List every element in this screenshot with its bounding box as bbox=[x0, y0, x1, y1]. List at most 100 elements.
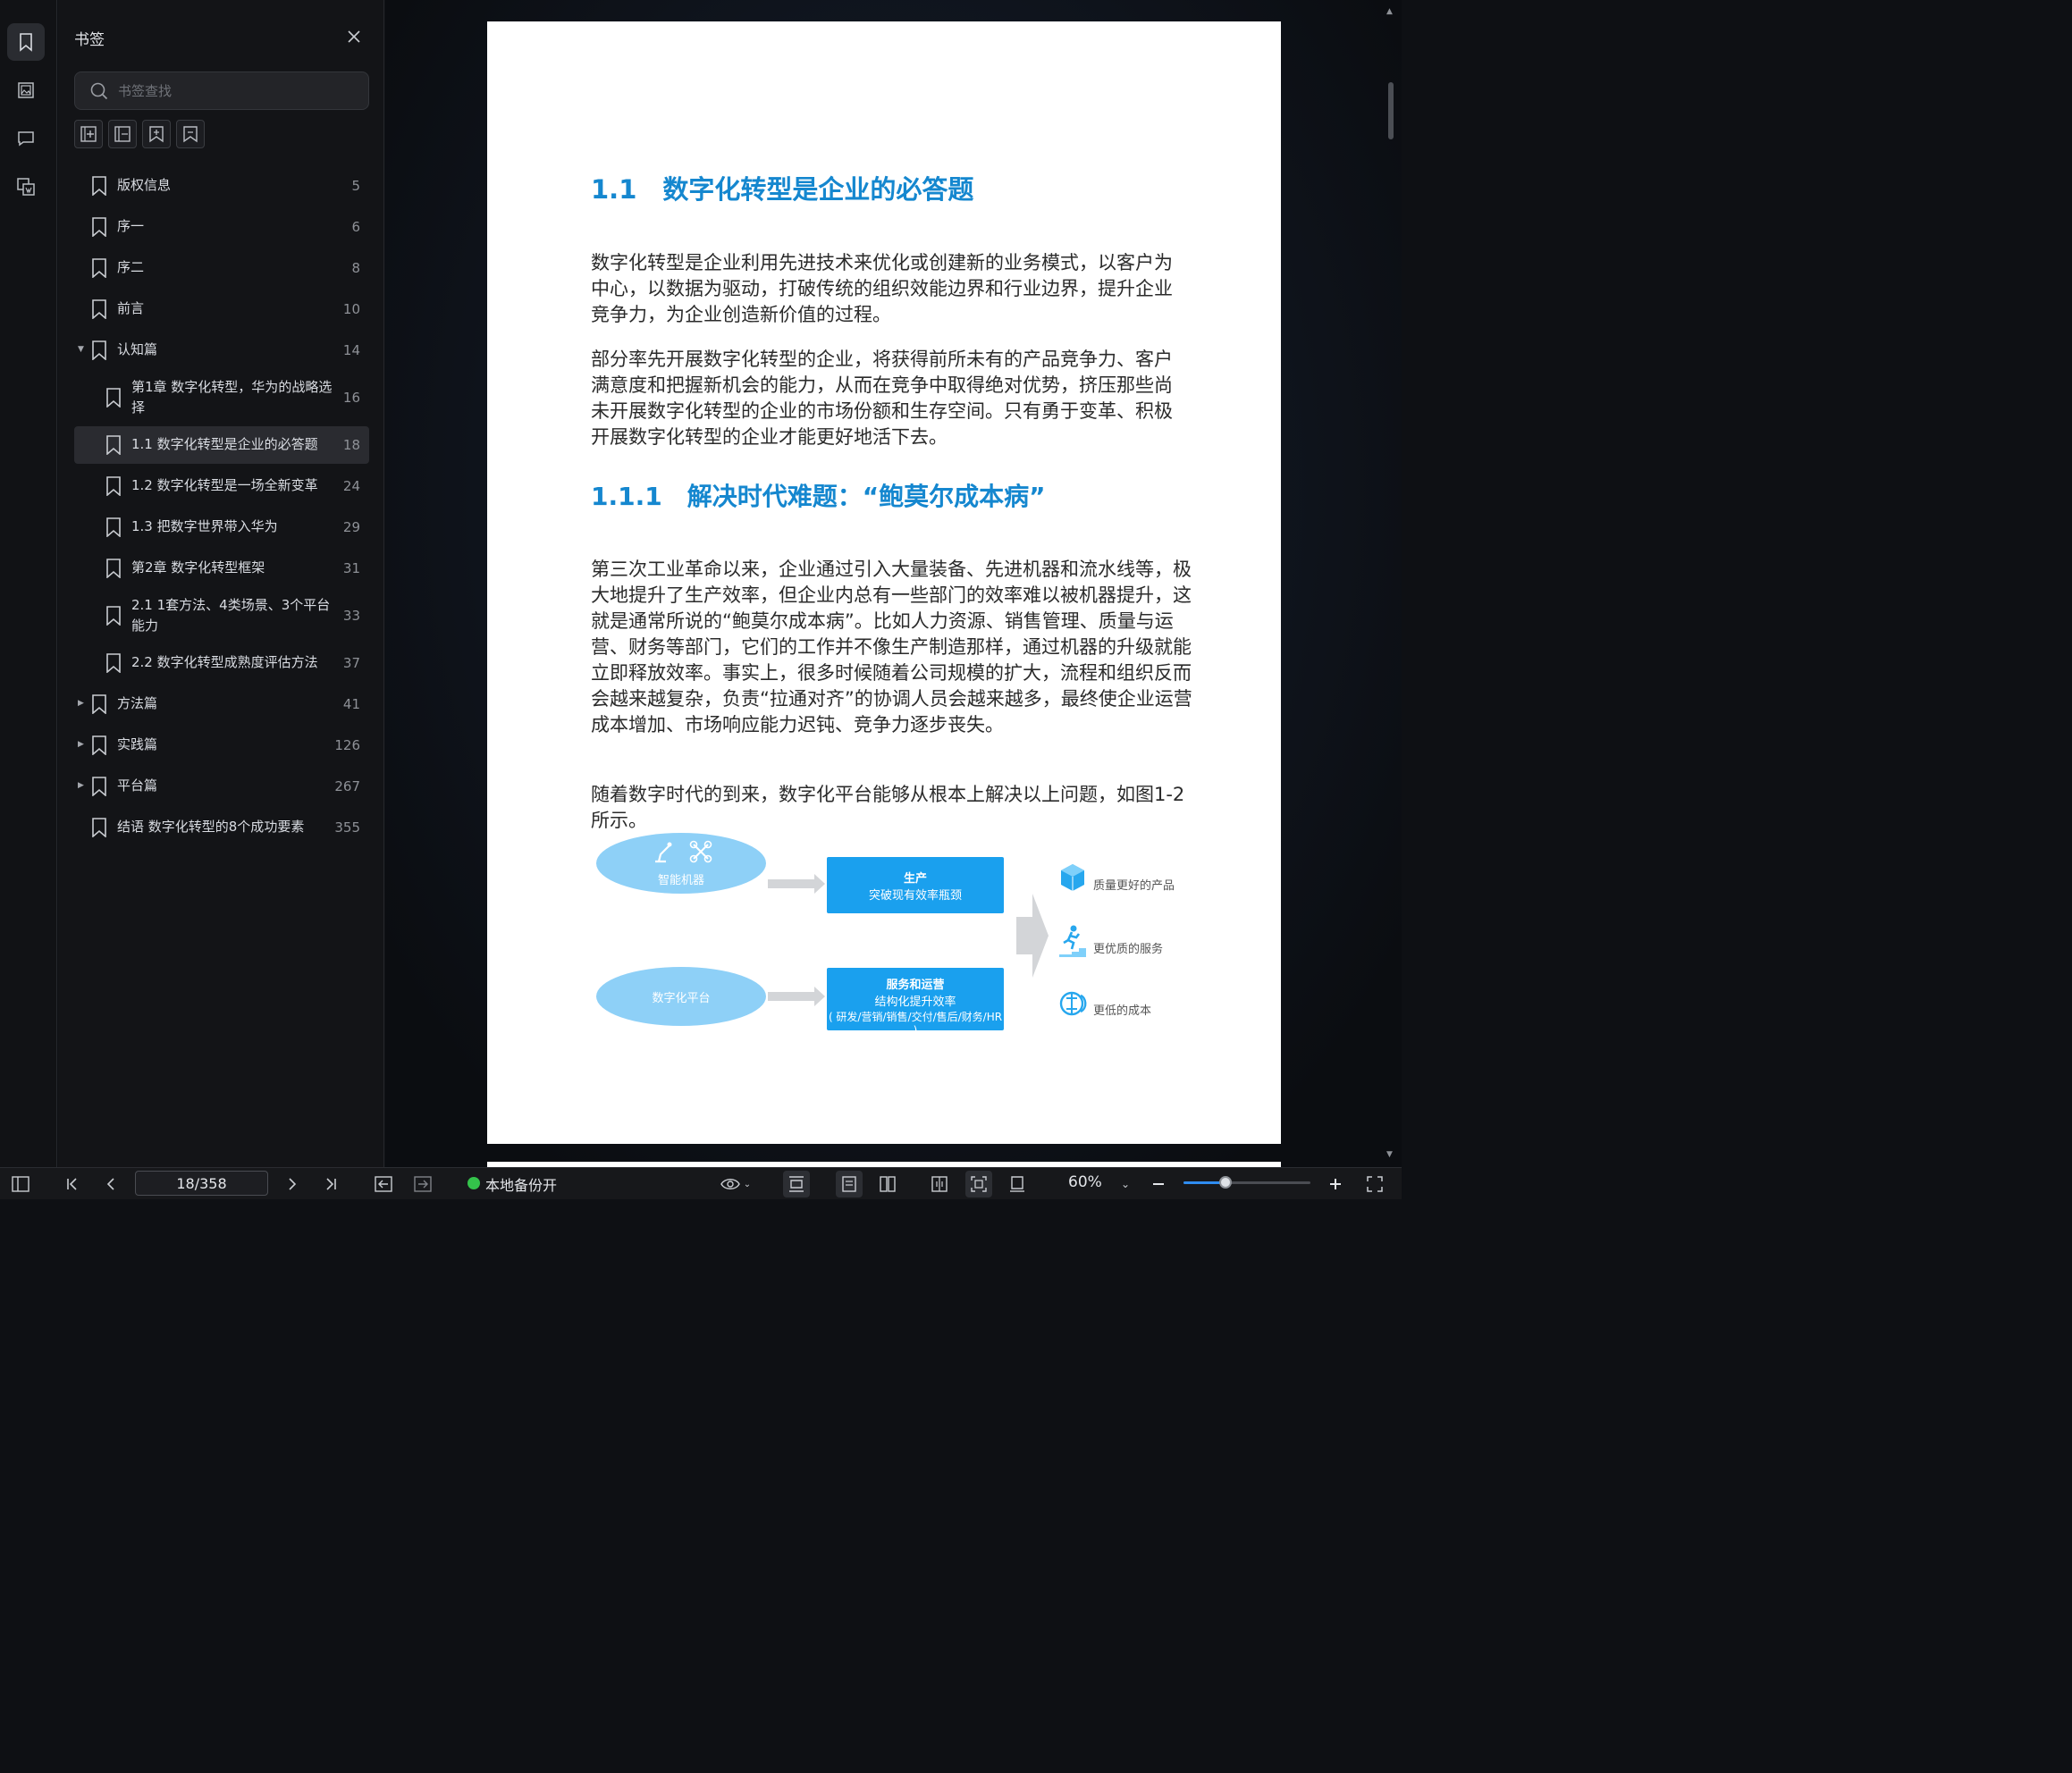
thumbnail-panel-button[interactable] bbox=[7, 71, 45, 109]
fullscreen-button[interactable] bbox=[1365, 1172, 1385, 1197]
close-panel-button[interactable] bbox=[342, 25, 366, 48]
back-icon bbox=[375, 1176, 392, 1192]
single-page-icon bbox=[842, 1176, 856, 1192]
toggle-sidebar-button[interactable] bbox=[9, 1172, 32, 1197]
bookmark-page-number: 126 bbox=[334, 737, 360, 753]
page-number-input[interactable] bbox=[135, 1171, 268, 1196]
bookmark-item[interactable]: 1.3 把数字世界带入华为 29 bbox=[74, 507, 369, 548]
paragraph: 部分率先开展数字化转型的企业，将获得前所未有的产品竞争力、客户满意度和把握新机会… bbox=[591, 349, 1173, 448]
bookmark-icon bbox=[92, 777, 106, 796]
zoom-dropdown-button[interactable]: ⌄ bbox=[1117, 1172, 1133, 1197]
bookmark-page-number: 31 bbox=[342, 560, 360, 576]
bookmark-item[interactable]: ▼ 认知篇 14 bbox=[74, 330, 369, 371]
last-page-icon bbox=[326, 1178, 336, 1190]
view-mode-dropdown[interactable]: ⌄ bbox=[719, 1172, 753, 1197]
caret-right-icon[interactable]: ▶ bbox=[78, 740, 84, 749]
go-forward-button[interactable] bbox=[411, 1172, 434, 1197]
add-child-bookmark-button[interactable] bbox=[108, 120, 137, 148]
bookmark-icon bbox=[92, 735, 106, 755]
bookmark-icon bbox=[92, 217, 106, 237]
box-title: 生产 bbox=[903, 872, 927, 886]
comments-panel-button[interactable] bbox=[7, 120, 45, 157]
bookmark-item[interactable]: 第2章 数字化转型框架 31 bbox=[74, 548, 369, 589]
bookmark-page-number: 41 bbox=[342, 696, 360, 712]
bookmark-item[interactable]: 结语 数字化转型的8个成功要素 355 bbox=[74, 807, 369, 848]
bookmark-label: 1.2 数字化转型是一场全新变革 bbox=[131, 477, 318, 493]
zoom-out-button[interactable] bbox=[1149, 1172, 1168, 1197]
zoom-level[interactable]: 60% bbox=[1068, 1173, 1102, 1191]
extract-panel-button[interactable] bbox=[7, 168, 45, 206]
bookmark-item[interactable]: 2.1 1套方法、4类场景、3个平台能力 33 bbox=[74, 589, 369, 643]
zoom-in-button[interactable] bbox=[1326, 1172, 1345, 1197]
bookmark-page-number: 8 bbox=[351, 260, 360, 276]
vertical-scrollbar[interactable] bbox=[1388, 82, 1394, 139]
last-page-button[interactable] bbox=[321, 1172, 341, 1197]
bookmark-panel-button[interactable] bbox=[7, 23, 45, 61]
bookmark-icon bbox=[106, 606, 121, 626]
bookmark-search-box[interactable] bbox=[74, 71, 369, 110]
bookmark-page-number: 5 bbox=[351, 178, 360, 194]
add-bookmark-icon bbox=[80, 126, 97, 142]
bookmark-icon bbox=[106, 388, 121, 408]
scroll-up-arrow[interactable]: ▲ bbox=[1386, 7, 1393, 16]
first-page-button[interactable] bbox=[63, 1172, 82, 1197]
bookmark-current-page-button[interactable] bbox=[142, 120, 171, 148]
caret-right-icon[interactable]: ▶ bbox=[78, 781, 84, 790]
runner-stairs-icon bbox=[1059, 925, 1086, 957]
scroll-down-arrow[interactable]: ▼ bbox=[1386, 1150, 1393, 1159]
bookmark-minus-icon bbox=[183, 126, 198, 143]
bookmark-label: 认知篇 bbox=[117, 341, 158, 357]
bookmark-icon bbox=[106, 476, 121, 496]
bookmark-item[interactable]: 1.2 数字化转型是一场全新变革 24 bbox=[74, 466, 369, 507]
rotate-page-button[interactable] bbox=[1004, 1171, 1031, 1197]
bottom-toolbar: 本地备份开 ⌄ 60% ⌄ bbox=[0, 1167, 1402, 1199]
bookmark-label: 序一 bbox=[117, 218, 145, 234]
arrow-1 bbox=[768, 874, 825, 894]
go-back-button[interactable] bbox=[372, 1172, 395, 1197]
fit-width-button[interactable] bbox=[783, 1171, 810, 1197]
document-viewport[interactable]: 1.1 数字化转型是企业的必答题 数字化转型是企业利用先进技术来优化或创建新的业… bbox=[385, 0, 1402, 1167]
backup-status-label[interactable]: 本地备份开 bbox=[485, 1173, 557, 1195]
bookmark-item[interactable]: ▶ 方法篇 41 bbox=[74, 684, 369, 725]
eye-icon bbox=[720, 1179, 740, 1189]
paragraph: 随着数字时代的到来，数字化平台能够从根本上解决以上问题，如图1-2所示。 bbox=[591, 784, 1185, 831]
ellipse-label: 数字化平台 bbox=[652, 992, 711, 1005]
bookmark-page-number: 14 bbox=[342, 342, 360, 358]
subsection-heading: 1.1.1 解决时代难题：“鲍莫尔成本病” bbox=[591, 482, 1046, 511]
fit-page-button[interactable] bbox=[965, 1171, 992, 1197]
bookmark-icon bbox=[92, 340, 106, 360]
remove-bookmark-button[interactable] bbox=[176, 120, 205, 148]
caret-down-icon[interactable]: ▼ bbox=[78, 345, 84, 354]
bookmark-item[interactable]: ▶ 平台篇 267 bbox=[74, 766, 369, 807]
add-bookmark-button[interactable] bbox=[74, 120, 103, 148]
zoom-slider-handle[interactable] bbox=[1218, 1176, 1232, 1189]
continuous-scroll-button[interactable] bbox=[926, 1171, 953, 1197]
document-page: 1.1 数字化转型是企业的必答题 数字化转型是企业利用先进技术来优化或创建新的业… bbox=[487, 21, 1281, 1144]
left-icon-rail bbox=[0, 0, 57, 1167]
zoom-slider[interactable] bbox=[1183, 1176, 1310, 1189]
bookmark-icon bbox=[92, 176, 106, 196]
bookmark-item[interactable]: 序一 6 bbox=[74, 206, 369, 248]
bookmark-item[interactable]: 1.1 数字化转型是企业的必答题 18 bbox=[74, 426, 369, 464]
cost-icon bbox=[1059, 991, 1087, 1016]
bookmark-item[interactable]: 第1章 数字化转型，华为的战略选择 16 bbox=[74, 371, 369, 424]
bookmark-page-number: 10 bbox=[342, 301, 360, 317]
bookmark-item[interactable]: ▶ 实践篇 126 bbox=[74, 725, 369, 766]
bookmark-page-number: 355 bbox=[334, 819, 360, 836]
bookmark-item[interactable]: 前言 10 bbox=[74, 289, 369, 330]
forward-icon bbox=[414, 1176, 432, 1192]
bookmark-search-input[interactable] bbox=[118, 80, 359, 103]
single-page-button[interactable] bbox=[836, 1171, 863, 1197]
fit-page-icon bbox=[971, 1176, 987, 1192]
caret-right-icon[interactable]: ▶ bbox=[78, 699, 84, 708]
next-page-button[interactable] bbox=[282, 1172, 302, 1197]
bookmark-item[interactable]: 2.2 数字化转型成熟度评估方法 37 bbox=[74, 643, 369, 684]
production-box: 生产 突破现有效率瓶颈 bbox=[827, 857, 1004, 913]
chevron-left-icon bbox=[106, 1178, 114, 1190]
bookmark-item[interactable]: 版权信息 5 bbox=[74, 165, 369, 206]
bookmark-item[interactable]: 序二 8 bbox=[74, 248, 369, 289]
double-page-button[interactable] bbox=[874, 1171, 901, 1197]
previous-page-button[interactable] bbox=[101, 1172, 121, 1197]
bookmark-plus-icon bbox=[149, 126, 164, 143]
smart-machine-ellipse: 智能机器 bbox=[596, 833, 766, 894]
